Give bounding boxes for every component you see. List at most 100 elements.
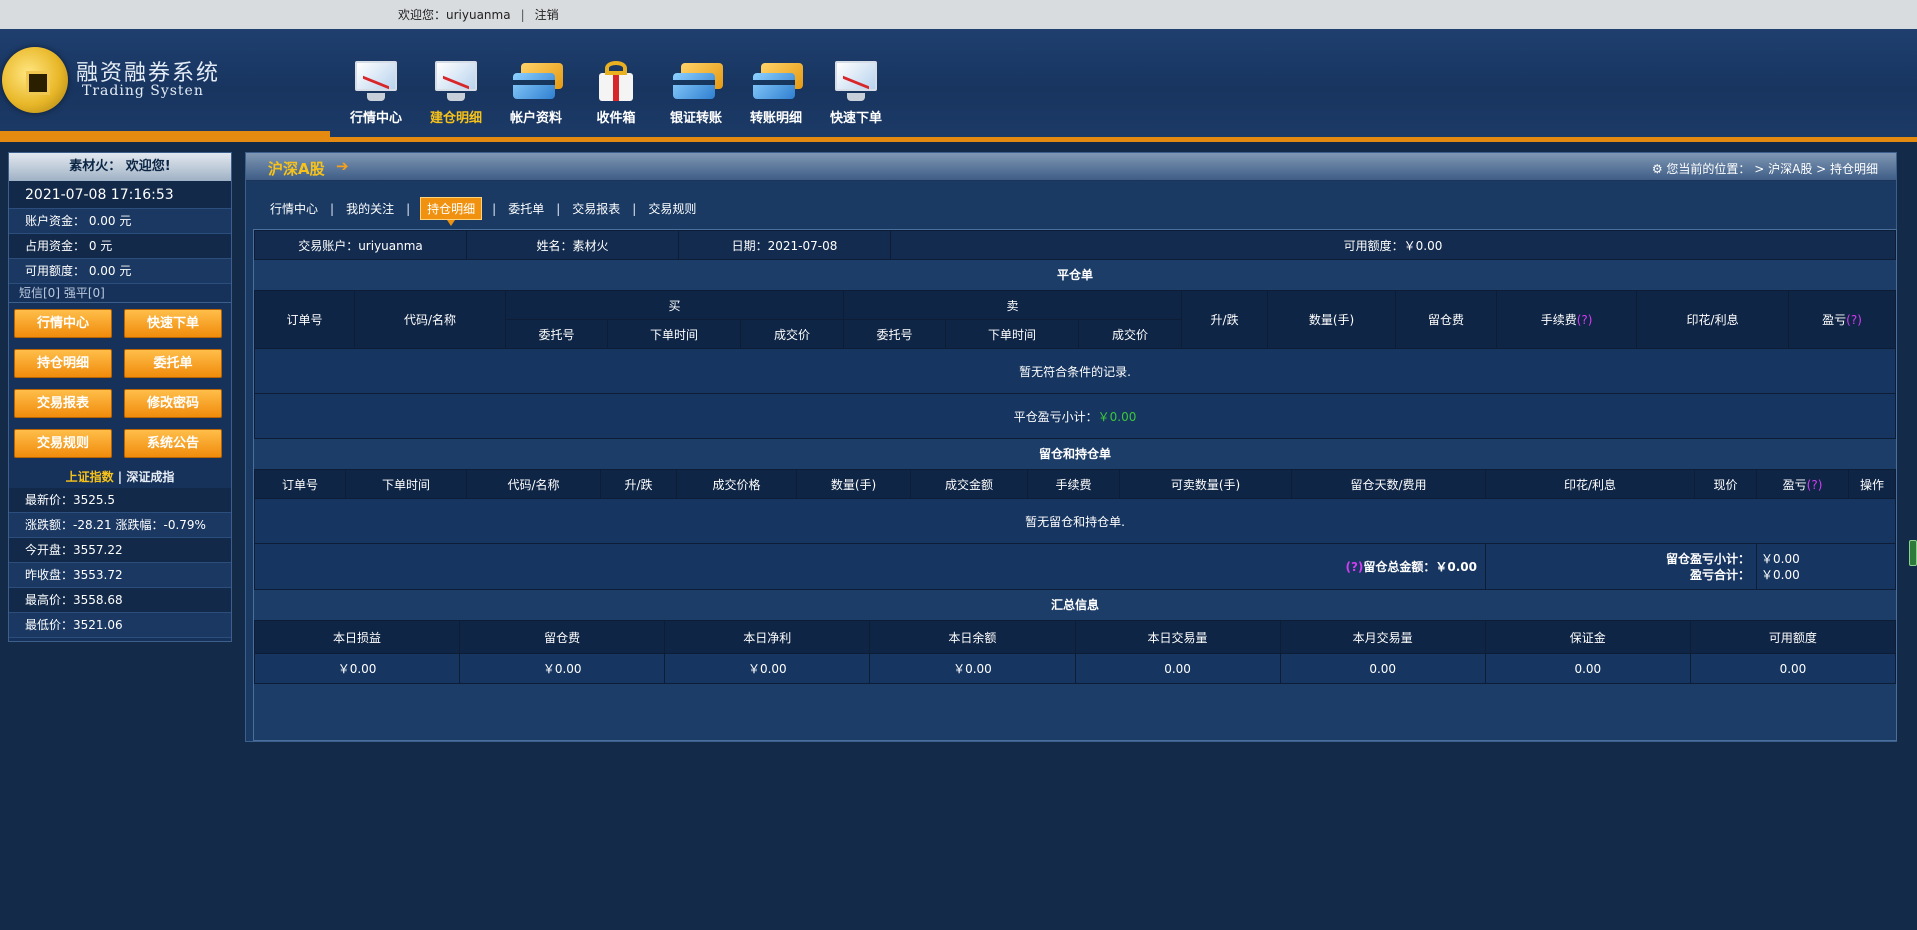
tab-separator: | [556, 201, 561, 216]
nav-bank-transfer[interactable]: 银证转账 [656, 59, 736, 126]
summary-header: 保证金 [1484, 620, 1691, 654]
header: 融资融券系统 Trading Systen 行情中心 建仓明细 帐户资料 收件箱… [0, 29, 1917, 142]
summary-header: 本月交易量 [1279, 620, 1486, 654]
shenzhen-index-link[interactable]: 深证成指 [126, 470, 174, 484]
quick-order-button[interactable]: 快速下单 [124, 309, 222, 338]
help-qmark[interactable]: (?) [1577, 313, 1593, 327]
nav-market-center[interactable]: 行情中心 [336, 59, 416, 126]
hold-total-amount: (?)留仓总金额：￥0.00 [254, 543, 1486, 590]
tab-trade-report[interactable]: 交易报表 [568, 200, 624, 217]
panel-header: 沪深A股 ➔ ⚙ 您当前的位置： > 沪深A股 > 持仓明细 [246, 153, 1896, 181]
col-order-no: 订单号 [254, 290, 355, 349]
available-quota: 可用额度： 0.00 元 [9, 259, 231, 284]
credit-cards-icon [509, 59, 563, 103]
nav-account-info[interactable]: 帐户资料 [496, 59, 576, 126]
hold-empty-message: 暂无留仓和持仓单. [254, 498, 1896, 544]
help-qmark[interactable]: (?) [1846, 313, 1862, 327]
close-empty-message: 暂无符合条件的记录. [254, 348, 1896, 394]
tab-separator: | [330, 201, 335, 216]
col-stamp-interest: 印花/利息 [1636, 290, 1790, 349]
summary-value: 0.00 [1689, 653, 1897, 684]
help-qmark[interactable]: (?) [1345, 560, 1363, 574]
account-sidebar: 素材火： 欢迎您! 2021-07-08 17:16:53 账户资金： 0.00… [8, 152, 232, 642]
col-buy-order-time: 下单时间 [607, 319, 741, 349]
summary-value: ￥0.00 [253, 653, 461, 684]
gear-icon: ⚙ [1651, 162, 1663, 176]
col-deal-amount: 成交金额 [910, 469, 1028, 499]
close-orders-table: 订单号 代码/名称 买 卖 升/跌 数量(手) 留仓费 手续费(?) 印花/利息… [254, 290, 1896, 439]
quote-high: 最高价：3558.68 [9, 588, 231, 613]
col-sell: 卖 [843, 290, 1183, 320]
col-code-name: 代码/名称 [466, 469, 601, 499]
col-order-time: 下单时间 [345, 469, 467, 499]
col-keep-fee: 留仓费 [1395, 290, 1498, 349]
summary-table: 本日损益 留仓费 本日净利 本日余额 本日交易量 本月交易量 保证金 可用额度 … [253, 620, 1897, 684]
monitor-chart-icon [429, 59, 483, 103]
quote-latest: 最新价：3525.5 [9, 488, 231, 513]
quote-low: 最低价：3521.06 [9, 613, 231, 638]
hold-pnl-labels: 留仓盈亏小计： 盈亏合计： [1485, 543, 1757, 590]
info-account: 交易账户：uriyuanma [254, 230, 467, 260]
position-detail-button[interactable]: 持仓明细 [14, 349, 112, 378]
sidebar-button-grid: 行情中心 快速下单 持仓明细 委托单 交易报表 修改密码 交易规则 系统公告 [9, 302, 231, 466]
scrollbar-thumb[interactable] [1909, 540, 1917, 566]
topbar-separator: | [520, 7, 525, 22]
breadcrumb-text: 您当前的位置： > 沪深A股 > 持仓明细 [1666, 162, 1878, 176]
hold-pnl-total-value: ￥0.00 [1761, 567, 1800, 582]
entrust-order-button[interactable]: 委托单 [124, 349, 222, 378]
shanghai-index-link[interactable]: 上证指数 [66, 470, 114, 484]
tab-separator: | [406, 201, 411, 216]
index-separator: | [113, 470, 127, 484]
col-code-name: 代码/名称 [354, 290, 506, 349]
col-order-no: 订单号 [254, 469, 346, 499]
nav-inbox[interactable]: 收件箱 [576, 59, 656, 126]
summary-value: 0.00 [1074, 653, 1281, 684]
sidebar-greeting: 素材火： 欢迎您! [9, 153, 231, 181]
tab-market-center[interactable]: 行情中心 [266, 200, 322, 217]
col-handling-fee: 手续费 [1027, 469, 1120, 499]
nav-label: 行情中心 [349, 111, 402, 126]
nav-position-detail[interactable]: 建仓明细 [416, 59, 496, 126]
welcome-text: 欢迎您：uriyuanma [398, 8, 511, 22]
tab-my-watch[interactable]: 我的关注 [342, 200, 398, 217]
nav-transfer-detail[interactable]: 转账明细 [736, 59, 816, 126]
col-operation: 操作 [1848, 469, 1896, 499]
gift-box-icon [589, 59, 643, 103]
col-stamp-interest: 印花/利息 [1485, 469, 1695, 499]
close-subtotal: 平仓盈亏小计：￥0.00 [254, 393, 1896, 439]
position-content: 交易账户：uriyuanma 姓名：素材火 日期：2021-07-08 可用额度… [253, 229, 1897, 741]
summary-header: 本日余额 [869, 620, 1076, 654]
change-password-button[interactable]: 修改密码 [124, 389, 222, 418]
help-qmark[interactable]: (?) [1807, 478, 1823, 492]
quote-open: 今开盘：3557.22 [9, 538, 231, 563]
sub-tabs: 行情中心 | 我的关注 | 持仓明细 | 委托单 | 交易报表 | 交易规则 [266, 197, 700, 226]
trade-report-button[interactable]: 交易报表 [14, 389, 112, 418]
tab-position-detail[interactable]: 持仓明细 [420, 197, 483, 226]
index-switch: 上证指数 | 深证成指 [9, 466, 231, 488]
system-notice-button[interactable]: 系统公告 [124, 429, 222, 458]
quote-prev-close: 昨收盘：3553.72 [9, 563, 231, 588]
summary-header: 本日净利 [664, 620, 871, 654]
trade-rules-button[interactable]: 交易规则 [14, 429, 112, 458]
tab-entrust-order[interactable]: 委托单 [504, 200, 548, 217]
col-quantity: 数量(手) [796, 469, 911, 499]
col-sell-order-time: 下单时间 [945, 319, 1080, 349]
close-section-title: 平仓单 [254, 260, 1896, 290]
summary-header: 可用额度 [1689, 620, 1897, 654]
account-info-table: 交易账户：uriyuanma 姓名：素材火 日期：2021-07-08 可用额度… [254, 230, 1896, 260]
sms-status[interactable]: 短信[0] 强平[0] [9, 284, 231, 302]
summary-value: ￥0.00 [459, 653, 666, 684]
summary-header: 留仓费 [459, 620, 666, 654]
col-deal-price: 成交价格 [676, 469, 797, 499]
summary-header: 本日损益 [253, 620, 461, 654]
hold-section-title: 留仓和持仓单 [254, 439, 1896, 469]
coin-logo-icon [2, 47, 68, 113]
market-center-button[interactable]: 行情中心 [14, 309, 112, 338]
nav-quick-order[interactable]: 快速下单 [816, 59, 896, 126]
tab-trade-rules[interactable]: 交易规则 [644, 200, 700, 217]
quote-change: 涨跌额：-28.21 涨跌幅：-0.79% [9, 513, 231, 538]
breadcrumb: ⚙ 您当前的位置： > 沪深A股 > 持仓明细 [1652, 160, 1878, 177]
col-current-price: 现价 [1694, 469, 1757, 499]
logout-link[interactable]: 注销 [535, 6, 559, 23]
hold-subtotal-value: ￥0.00 [1761, 551, 1800, 566]
